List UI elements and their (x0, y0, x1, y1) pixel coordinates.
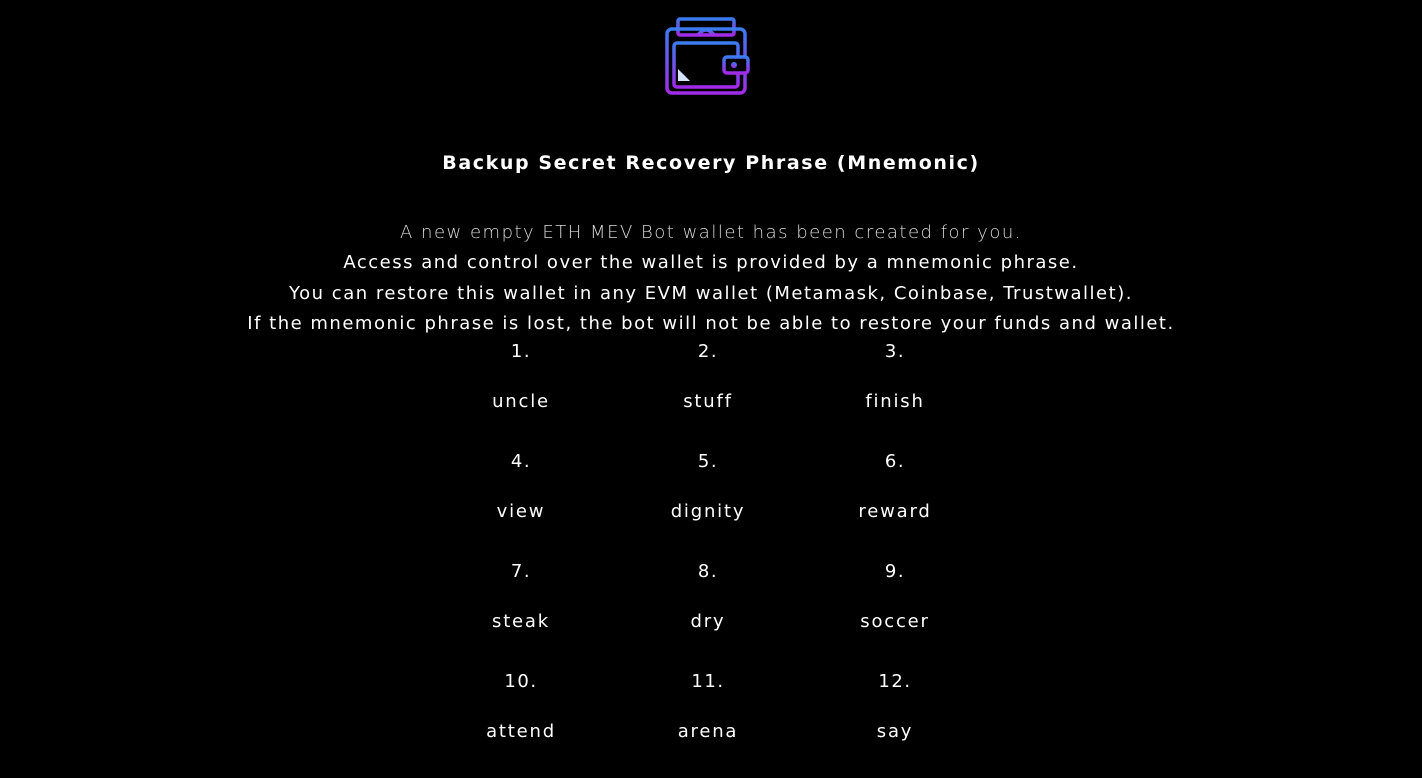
mnemonic-word: dignity (670, 501, 746, 522)
description-line: You can restore this wallet in any EVM w… (289, 282, 1133, 304)
word-number: 4. (510, 451, 532, 472)
word-number: 5. (697, 451, 719, 472)
description-line: A new empty ETH MEV Bot wallet has been … (400, 222, 1022, 243)
word-number: 8. (697, 561, 719, 582)
mnemonic-word-cell: 7. steak (428, 558, 614, 668)
mnemonic-word-cell: 11. arena (614, 668, 802, 778)
mnemonic-word: dry (690, 611, 726, 632)
description-line: Access and control over the wallet is pr… (343, 252, 1079, 274)
word-number: 9. (884, 561, 906, 582)
word-number: 6. (884, 451, 906, 472)
mnemonic-word-cell: 5. dignity (614, 448, 802, 558)
mnemonic-word-cell: 6. reward (802, 448, 988, 558)
mnemonic-word-cell: 4. view (428, 448, 614, 558)
word-number: 3. (884, 341, 906, 362)
mnemonic-word-cell: 9. soccer (802, 558, 988, 668)
wallet-icon (664, 17, 752, 97)
word-number: 7. (510, 561, 532, 582)
mnemonic-word: finish (865, 391, 925, 412)
mnemonic-word: arena (677, 721, 739, 742)
mnemonic-word: stuff (683, 391, 733, 412)
description-line: If the mnemonic phrase is lost, the bot … (247, 312, 1175, 334)
mnemonic-word: view (496, 501, 546, 522)
mnemonic-word: say (876, 721, 914, 742)
mnemonic-word-cell: 3. finish (802, 338, 988, 448)
mnemonic-word: reward (858, 501, 932, 522)
word-number: 11. (691, 671, 725, 692)
word-number: 1. (510, 341, 532, 362)
page-title: Backup Secret Recovery Phrase (Mnemonic) (442, 152, 980, 174)
mnemonic-word: steak (492, 611, 550, 632)
mnemonic-word-cell: 1. uncle (428, 338, 614, 448)
mnemonic-word-cell: 2. stuff (614, 338, 802, 448)
word-number: 12. (878, 671, 912, 692)
word-number: 2. (697, 341, 719, 362)
mnemonic-word: attend (486, 721, 556, 742)
mnemonic-word-cell: 8. dry (614, 558, 802, 668)
mnemonic-word-cell: 12. say (802, 668, 988, 778)
description: A new empty ETH MEV Bot wallet has been … (0, 218, 1422, 339)
mnemonic-word: uncle (492, 391, 550, 412)
mnemonic-grid: 1. uncle 2. stuff 3. finish 4. view 5. d… (428, 338, 988, 778)
mnemonic-word: soccer (860, 611, 930, 632)
mnemonic-word-cell: 10. attend (428, 668, 614, 778)
word-number: 10. (504, 671, 538, 692)
